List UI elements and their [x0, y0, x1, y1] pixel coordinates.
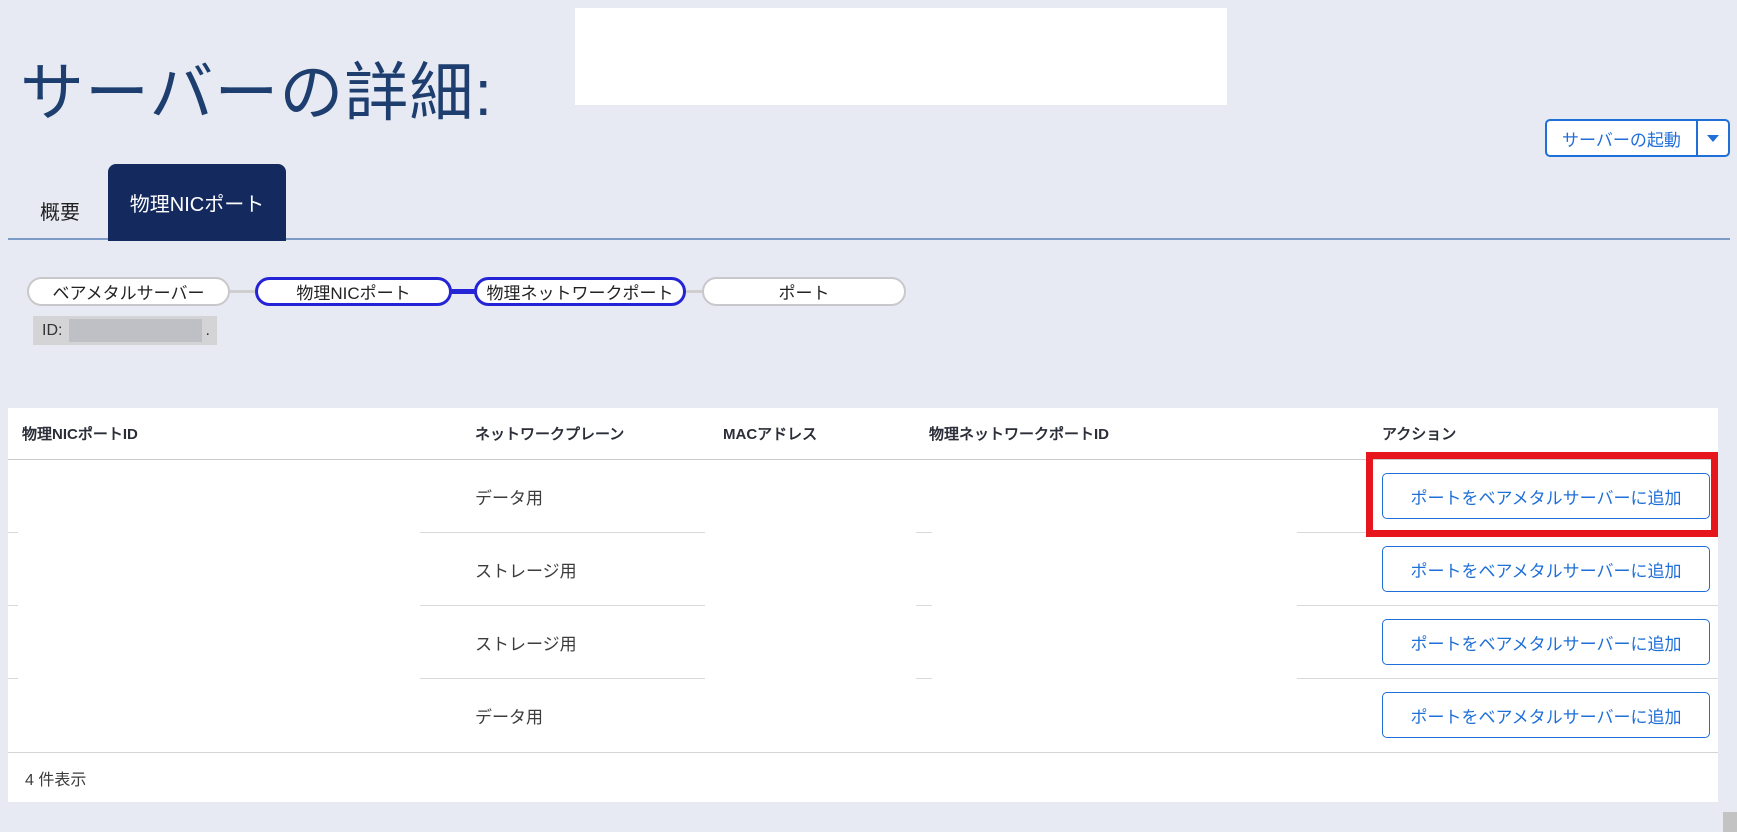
id-badge: ID: .	[33, 316, 217, 345]
flow-node-physical-nic-port[interactable]: 物理NICポート	[255, 277, 452, 306]
id-redacted-value	[69, 319, 203, 342]
network-plane-cell: ストレージ用	[475, 635, 577, 654]
column-header-network-plane: ネットワークプレーン	[475, 426, 625, 443]
launch-server-split-button[interactable]: サーバーの起動	[1545, 119, 1730, 157]
flow-node-physical-network-port[interactable]: 物理ネットワークポート	[474, 277, 686, 306]
add-port-button[interactable]: ポートをベアメタルサーバーに追加	[1382, 546, 1710, 592]
network-plane-cell: データ用	[475, 708, 543, 727]
column-header-physical-network-port-id: 物理ネットワークポートID	[929, 426, 1110, 443]
physical-nic-port-table: 物理NICポートID ネットワークプレーン MACアドレス 物理ネットワークポー…	[8, 408, 1718, 802]
network-plane-cell: ストレージ用	[475, 562, 577, 581]
flow-node-bare-metal-server[interactable]: ベアメタルサーバー	[27, 277, 230, 306]
item-count: 4 件表示	[25, 771, 87, 789]
column-header-actions: アクション	[1382, 426, 1457, 443]
flow-node-port[interactable]: ポート	[702, 277, 906, 306]
tab-overview[interactable]: 概要	[24, 182, 96, 238]
server-name-redaction	[575, 8, 1227, 105]
id-label: ID:	[42, 321, 63, 339]
tab-physical-nic-port[interactable]: 物理NICポート	[108, 164, 286, 241]
add-port-button[interactable]: ポートをベアメタルサーバーに追加	[1382, 473, 1710, 519]
flow-connector	[684, 290, 704, 293]
table-row: データ用 ポートをベアメタルサーバーに追加	[8, 679, 1718, 752]
table-footer: 4 件表示	[8, 752, 1718, 802]
column-header-mac-address: MACアドレス	[723, 426, 818, 443]
network-plane-cell: データ用	[475, 489, 543, 508]
flow-connector	[228, 290, 257, 293]
scrollbar-thumb[interactable]	[1723, 812, 1737, 832]
id-suffix: .	[205, 321, 210, 339]
chevron-down-icon	[1706, 134, 1719, 142]
launch-server-button[interactable]: サーバーの起動	[1547, 121, 1696, 155]
add-port-button[interactable]: ポートをベアメタルサーバーに追加	[1382, 692, 1710, 738]
page-title: サーバーの詳細:	[20, 56, 494, 129]
table-row: ストレージ用 ポートをベアメタルサーバーに追加	[8, 533, 1718, 606]
add-port-button[interactable]: ポートをベアメタルサーバーに追加	[1382, 619, 1710, 665]
column-header-physical-nic-port-id: 物理NICポートID	[22, 426, 138, 443]
flow-connector-highlighted	[450, 289, 476, 294]
table-row: データ用 ポートをベアメタルサーバーに追加	[8, 460, 1718, 533]
table-row: ストレージ用 ポートをベアメタルサーバーに追加	[8, 606, 1718, 679]
launch-server-dropdown-toggle[interactable]	[1695, 121, 1728, 155]
table-header-row: 物理NICポートID ネットワークプレーン MACアドレス 物理ネットワークポー…	[8, 408, 1718, 460]
